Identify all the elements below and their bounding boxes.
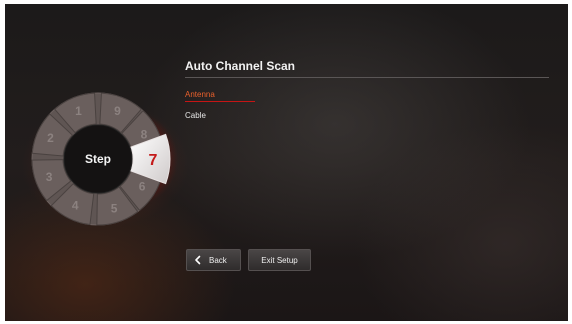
chevron-left-icon [195,255,201,265]
step-wheel: 9 1 2 3 4 5 6 87 Step [31,92,178,226]
wheel-step-2: 2 [47,131,54,145]
wheel-step-9: 9 [114,104,121,118]
step-center-label: Step [85,152,111,166]
selected-underline [185,101,255,102]
wheel-step-6: 6 [139,180,146,194]
option-antenna[interactable]: Antenna [185,90,215,99]
exit-setup-button-label: Exit Setup [261,255,298,265]
back-button-label: Back [209,255,227,265]
tv-setup-screen: 9 1 2 3 4 5 6 87 Step Auto Channel Scan Antenna… [5,4,568,321]
wheel-step-5: 5 [111,201,118,215]
current-step-number: 7 [149,152,158,169]
page-title: Auto Channel Scan [185,59,296,73]
wheel-step-1: 1 [75,104,82,118]
title-divider [185,77,549,78]
back-button[interactable]: Back [186,249,241,271]
exit-setup-button[interactable]: Exit Setup [248,249,311,271]
option-cable[interactable]: Cable [185,111,206,120]
wheel-step-8: 8 [141,128,148,142]
wheel-step-3: 3 [46,170,53,184]
wheel-step-4: 4 [72,199,79,213]
